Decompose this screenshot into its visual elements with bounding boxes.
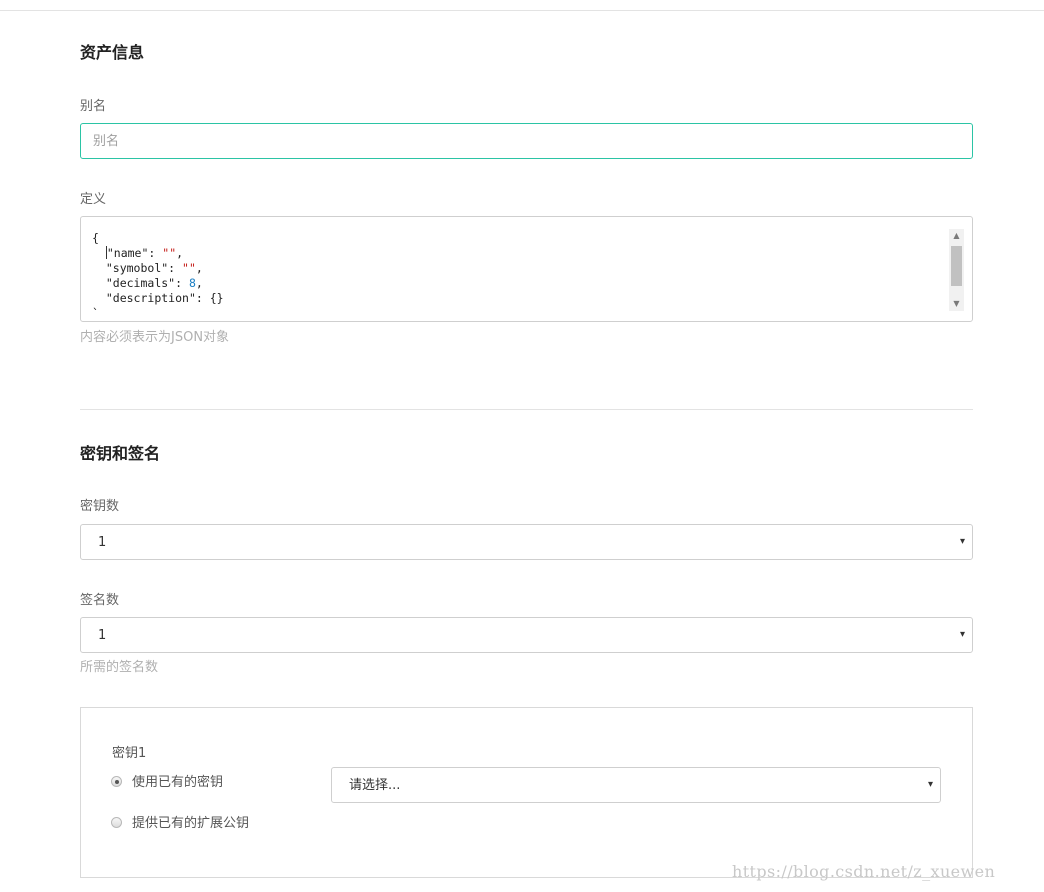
- signature-count-value: 1: [98, 628, 107, 643]
- chevron-down-icon: ▾: [959, 629, 965, 640]
- scroll-up-arrow-icon[interactable]: ▲: [949, 229, 964, 243]
- code-key: "name": [106, 246, 149, 260]
- code-value: "": [182, 261, 196, 275]
- radio-label-extended-pubkey: 提供已有的扩展公钥: [132, 816, 250, 831]
- radio-button-unchecked[interactable]: [111, 817, 122, 828]
- code-separator: :: [175, 276, 189, 290]
- code-key: "description": [105, 291, 196, 305]
- code-line: "description": {}: [92, 291, 224, 306]
- code-line: "name": "",: [92, 246, 224, 261]
- existing-key-select[interactable]: 请选择... ▾: [331, 767, 941, 803]
- radio-button-checked[interactable]: [111, 776, 122, 787]
- section-title-keys-signatures: 密钥和签名: [80, 444, 161, 463]
- top-divider: [0, 10, 1044, 11]
- scroll-thumb[interactable]: [951, 246, 962, 286]
- code-separator: :: [195, 291, 210, 305]
- signature-count-label: 签名数: [80, 593, 120, 608]
- alias-input[interactable]: [80, 123, 973, 159]
- code-brace: `: [92, 306, 99, 320]
- code-tail: ,: [195, 276, 203, 290]
- section-title-asset-info: 资产信息: [80, 43, 145, 62]
- watermark-text: https://blog.csdn.net/z_xuewen: [732, 862, 996, 881]
- chevron-down-icon: ▾: [959, 536, 965, 547]
- code-separator: :: [168, 261, 183, 275]
- key-count-select[interactable]: 1 ▾: [80, 524, 973, 560]
- code-key: "symobol": [105, 261, 169, 275]
- editor-scrollbar[interactable]: ▲ ▼: [949, 229, 964, 311]
- code-value: 8: [188, 276, 196, 290]
- code-value: "": [162, 246, 177, 260]
- code-tail: ,: [195, 261, 203, 275]
- signature-count-select[interactable]: 1 ▾: [80, 617, 973, 653]
- code-line: `: [92, 306, 224, 321]
- definition-code: { "name": "", "symobol": "", "decimals":…: [92, 231, 224, 321]
- definition-editor[interactable]: { "name": "", "symobol": "", "decimals":…: [80, 216, 973, 322]
- code-brace: {: [92, 231, 99, 245]
- alias-label: 别名: [80, 99, 107, 114]
- scroll-down-arrow-icon[interactable]: ▼: [949, 297, 964, 311]
- key-1-label: 密钥1: [112, 746, 147, 761]
- chevron-down-icon: ▾: [927, 779, 933, 790]
- key-1-card: 密钥1 使用已有的密钥 请选择... ▾ 提供已有的扩展公钥: [80, 707, 973, 878]
- key-count-value: 1: [98, 535, 107, 550]
- signature-help-text: 所需的签名数: [80, 660, 159, 675]
- code-tail: ,: [176, 246, 184, 260]
- key-count-label: 密钥数: [80, 499, 120, 514]
- definition-help-text: 内容必须表示为JSON对象: [80, 330, 230, 345]
- code-line: "symobol": "",: [92, 261, 224, 276]
- definition-label: 定义: [80, 192, 107, 207]
- code-value: {}: [209, 291, 224, 305]
- radio-label-existing-key: 使用已有的密钥: [132, 775, 224, 790]
- code-line: {: [92, 231, 224, 246]
- code-key: "decimals": [105, 276, 176, 290]
- section-divider: [80, 409, 973, 410]
- existing-key-select-value: 请选择...: [349, 778, 401, 793]
- code-line: "decimals": 8,: [92, 276, 224, 291]
- code-separator: :: [148, 246, 163, 260]
